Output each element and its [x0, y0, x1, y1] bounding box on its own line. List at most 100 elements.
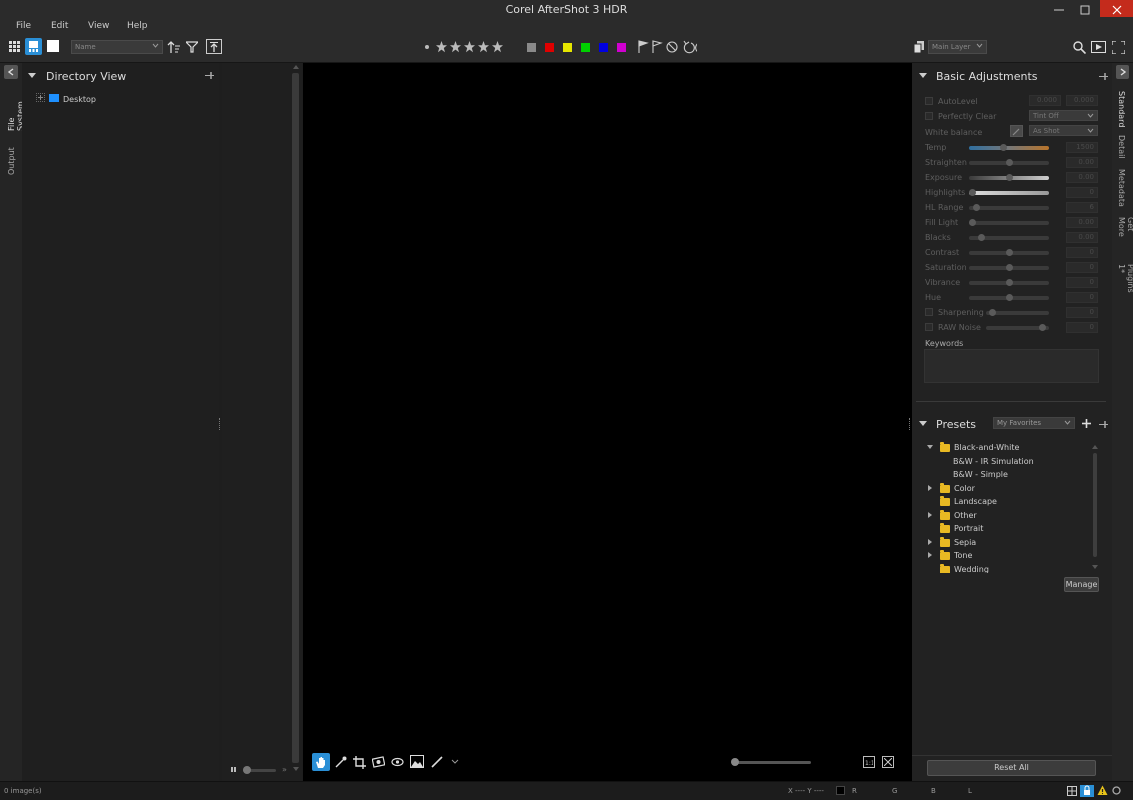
menu-view[interactable]: View — [88, 21, 109, 31]
warning-icon[interactable] — [1097, 785, 1108, 796]
eyedropper-icon[interactable] — [334, 755, 348, 769]
image-viewer[interactable]: 1:1 — [303, 63, 912, 781]
slider-knob[interactable] — [1005, 294, 1013, 301]
tab-detail[interactable]: Detail — [1117, 135, 1126, 159]
slider-value[interactable]: 0.00 — [1066, 172, 1098, 183]
pin-icon[interactable] — [1098, 419, 1108, 429]
autolevel-value-2[interactable]: 0.000 — [1066, 95, 1098, 106]
slider-track[interactable] — [969, 219, 1049, 226]
layout-icon[interactable] — [1067, 786, 1077, 796]
preset-item[interactable]: Wedding — [954, 565, 989, 574]
collapse-triangle-icon[interactable] — [28, 73, 36, 78]
slider-knob[interactable] — [988, 309, 996, 316]
slider-knob[interactable] — [1039, 324, 1047, 331]
slider-knob[interactable] — [977, 234, 985, 241]
star-rating[interactable] — [435, 40, 510, 54]
fullscreen-icon[interactable] — [1111, 40, 1125, 54]
sort-dropdown[interactable]: Name — [71, 40, 163, 54]
search-icon[interactable] — [1072, 40, 1086, 54]
tree-item-desktop[interactable]: Desktop — [63, 95, 96, 104]
collapse-right-button[interactable] — [1116, 65, 1129, 79]
white-balance-dropdown[interactable]: As Shot — [1029, 125, 1098, 136]
slider-track[interactable] — [969, 159, 1049, 166]
preset-item[interactable]: Sepia — [954, 538, 976, 547]
sharpening-slider[interactable] — [986, 309, 1049, 316]
slider-value[interactable]: 0.00 — [1066, 157, 1098, 168]
tab-plugins[interactable]: Plugins 1* — [1117, 264, 1133, 304]
raw-noise-checkbox[interactable] — [925, 323, 933, 331]
presets-filter-dropdown[interactable]: My Favorites — [993, 417, 1075, 429]
color-label-1[interactable] — [545, 43, 554, 52]
single-view-icon[interactable] — [47, 40, 59, 52]
lock-icon[interactable] — [1080, 785, 1094, 797]
menu-help[interactable]: Help — [127, 21, 148, 31]
slider-value[interactable]: 0 — [1066, 277, 1098, 288]
expand-arrow-icon[interactable] — [927, 445, 933, 449]
brush-icon[interactable] — [430, 755, 444, 769]
color-label-5[interactable] — [617, 43, 626, 52]
preset-item[interactable]: Other — [954, 511, 977, 520]
slider-track[interactable] — [969, 144, 1049, 151]
export-icon[interactable] — [206, 39, 222, 54]
color-label-2[interactable] — [563, 43, 572, 52]
pin-icon[interactable] — [204, 70, 214, 80]
slider-value[interactable]: 0 — [1066, 262, 1098, 273]
slider-knob[interactable] — [969, 219, 976, 226]
actual-size-icon[interactable]: 1:1 — [863, 756, 875, 768]
filmstrip-view-icon[interactable] — [25, 38, 42, 55]
slider-track[interactable] — [969, 204, 1049, 211]
filmstrip-scrollbar[interactable] — [292, 65, 299, 771]
right-splitter-handle[interactable] — [909, 418, 912, 430]
expand-arrow-icon[interactable] — [928, 552, 932, 558]
slider-value[interactable]: 0 — [1066, 292, 1098, 303]
preset-item[interactable]: Tone — [954, 551, 972, 560]
slider-value[interactable]: 0 — [1066, 187, 1098, 198]
tab-get-more[interactable]: Get More — [1117, 217, 1133, 253]
slider-knob[interactable] — [972, 204, 980, 211]
slider-track[interactable] — [969, 264, 1049, 271]
preset-item[interactable]: Color — [954, 484, 975, 493]
slider-value[interactable]: 1500 — [1066, 142, 1098, 153]
autolevel-value-1[interactable]: 0.000 — [1029, 95, 1061, 106]
sharpening-checkbox[interactable] — [925, 308, 933, 316]
preset-item[interactable]: Portrait — [954, 524, 983, 533]
autolevel-checkbox[interactable] — [925, 97, 933, 105]
slideshow-icon[interactable] — [1090, 40, 1106, 54]
layer-dropdown[interactable]: Main Layer — [928, 40, 987, 54]
slider-track[interactable] — [969, 189, 1049, 196]
slider-track[interactable] — [969, 249, 1049, 256]
expand-icon[interactable] — [36, 93, 45, 102]
color-label-3[interactable] — [581, 43, 590, 52]
add-preset-icon[interactable] — [1081, 418, 1091, 428]
hand-tool-icon[interactable] — [312, 753, 330, 771]
settings-icon[interactable] — [1111, 785, 1122, 796]
slider-knob[interactable] — [1005, 159, 1013, 166]
menu-edit[interactable]: Edit — [51, 21, 68, 31]
expand-arrow-icon[interactable] — [928, 484, 932, 491]
tab-standard[interactable]: Standard — [1117, 91, 1126, 127]
slider-knob[interactable] — [1005, 264, 1013, 271]
manage-presets-button[interactable]: Manage — [1064, 577, 1099, 592]
wb-eyedropper-icon[interactable] — [1010, 125, 1023, 137]
slider-value[interactable]: 0.00 — [1066, 232, 1098, 243]
slider-knob[interactable] — [1005, 279, 1013, 286]
slider-track[interactable] — [969, 174, 1049, 181]
slider-knob[interactable] — [1005, 249, 1013, 256]
preset-item[interactable]: Black-and-White — [954, 443, 1019, 452]
preset-item[interactable]: B&W - IR Simulation — [953, 457, 1034, 466]
filter-icon[interactable] — [185, 39, 199, 55]
slider-track[interactable] — [969, 234, 1049, 241]
straighten-icon[interactable] — [371, 755, 385, 769]
slider-track[interactable] — [969, 279, 1049, 286]
zoom-slider[interactable] — [731, 758, 811, 766]
rating-clear-dot[interactable] — [425, 45, 429, 49]
grid-view-icon[interactable] — [8, 40, 21, 53]
slider-track[interactable] — [969, 294, 1049, 301]
redeye-icon[interactable] — [390, 755, 404, 769]
layer-copy-icon[interactable] — [913, 40, 924, 53]
tab-metadata[interactable]: Metadata — [1117, 169, 1126, 207]
collapse-left-button[interactable] — [4, 65, 18, 79]
raw-noise-value[interactable]: 0 — [1066, 322, 1098, 333]
tab-output[interactable]: Output — [7, 145, 16, 175]
region-icon[interactable] — [409, 754, 424, 769]
